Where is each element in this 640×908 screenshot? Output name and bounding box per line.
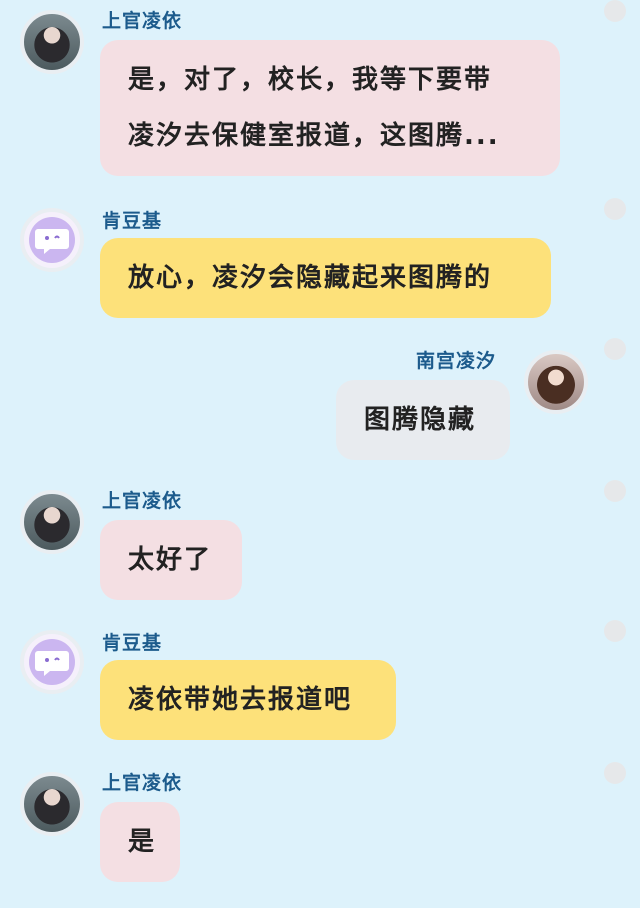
- message-text-line: 是: [128, 827, 157, 857]
- message-bubble[interactable]: 是，对了，校长，我等下要带 凌汐去保健室报道，这图腾...: [100, 40, 560, 176]
- sender-avatar[interactable]: [524, 350, 588, 414]
- status-dot: [604, 198, 626, 220]
- message-text-line: 放心，凌汐会隐藏起来图腾的: [128, 263, 493, 293]
- chat-bubble-smile-icon: [29, 217, 75, 263]
- sender-name: 上官凌依: [102, 772, 183, 794]
- sender-name: 肯豆基: [102, 632, 163, 654]
- status-dot: [604, 0, 626, 22]
- message-bubble[interactable]: 是: [100, 802, 180, 882]
- bot-avatar[interactable]: [20, 208, 84, 272]
- status-dot: [604, 338, 626, 360]
- sender-name: 肯豆基: [102, 210, 163, 232]
- sender-name: 南宫凌汐: [416, 350, 497, 372]
- message-bubble[interactable]: 图腾隐藏: [336, 380, 510, 460]
- message-bubble[interactable]: 放心，凌汐会隐藏起来图腾的: [100, 238, 551, 318]
- status-dot: [604, 620, 626, 642]
- message-bubble[interactable]: 太好了: [100, 520, 242, 600]
- message-text-line: 太好了: [128, 545, 213, 575]
- sender-avatar[interactable]: [20, 772, 84, 836]
- message-text-line: 图腾隐藏: [364, 405, 477, 435]
- status-dot: [604, 762, 626, 784]
- bot-avatar[interactable]: [20, 630, 84, 694]
- message-text-line: 凌汐去保健室报道，这图腾...: [128, 121, 500, 151]
- message-bubble[interactable]: 凌依带她去报道吧: [100, 660, 396, 740]
- chat-bubble-smile-icon: [29, 639, 75, 685]
- message-text-line: 是，对了，校长，我等下要带: [128, 65, 493, 95]
- sender-name: 上官凌依: [102, 10, 183, 32]
- message-text-line: 凌依带她去报道吧: [128, 685, 353, 715]
- sender-avatar[interactable]: [20, 490, 84, 554]
- sender-name: 上官凌依: [102, 490, 183, 512]
- status-dot: [604, 480, 626, 502]
- sender-avatar[interactable]: [20, 10, 84, 74]
